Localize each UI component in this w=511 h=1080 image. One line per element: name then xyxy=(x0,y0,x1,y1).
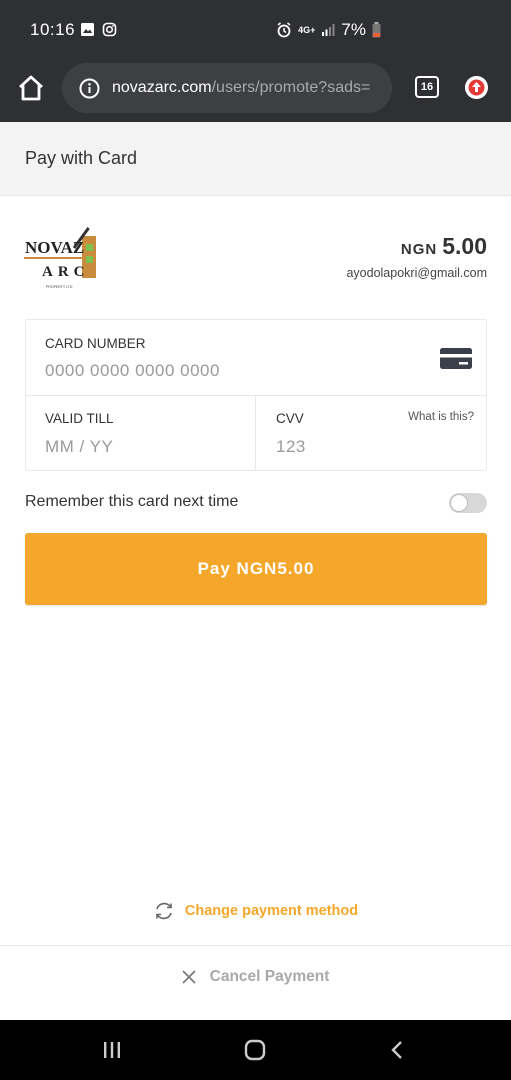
browser-toolbar: novazarc.com/users/promote?sads= 16 xyxy=(0,60,511,122)
cancel-payment-button[interactable]: Cancel Payment xyxy=(0,968,511,986)
network-type: 4G+ xyxy=(298,25,316,35)
system-nav-bar xyxy=(0,1020,511,1080)
url-host: novazarc.com xyxy=(112,79,212,96)
cvv-input[interactable]: 123 xyxy=(276,437,306,457)
credit-card-icon xyxy=(440,348,472,369)
close-icon xyxy=(182,970,196,984)
pay-button-label: Pay NGN5.00 xyxy=(197,559,315,578)
logo-text-sub: PROPERTY LTD xyxy=(46,285,73,289)
refresh-icon xyxy=(156,902,172,920)
divider xyxy=(255,396,256,471)
home-nav-icon[interactable] xyxy=(243,1038,267,1062)
alarm-icon xyxy=(277,22,291,38)
card-form: CARD NUMBER 0000 0000 0000 0000 VALID TI… xyxy=(25,319,487,471)
home-icon[interactable] xyxy=(16,73,46,103)
back-icon[interactable] xyxy=(386,1038,410,1062)
remember-card-toggle[interactable] xyxy=(449,493,487,513)
novaz-arc-logo: NOVAZ ARC PROPERTY LTD xyxy=(24,219,100,295)
pay-header: Pay with Card xyxy=(0,122,511,196)
url-path: /users/promote?sads= xyxy=(211,79,371,96)
change-payment-method-link[interactable]: Change payment method xyxy=(0,900,511,922)
instagram-icon xyxy=(102,22,117,37)
logo-text-arc: ARC xyxy=(42,264,90,280)
expiry-input[interactable]: MM / YY xyxy=(45,437,113,457)
signal-icon xyxy=(322,24,335,36)
divider xyxy=(26,395,486,396)
tabs-icon[interactable]: 16 xyxy=(415,76,439,98)
logo-text-novaz: NOVAZ xyxy=(25,238,84,257)
recents-icon[interactable] xyxy=(100,1038,124,1062)
cvv-help-link[interactable]: What is this? xyxy=(408,411,474,423)
page-title: Pay with Card xyxy=(25,148,138,168)
divider xyxy=(0,945,511,946)
url-text[interactable]: novazarc.com/users/promote?sads= xyxy=(112,79,370,97)
status-bar: 10:16 4G+ 7% xyxy=(0,0,511,60)
battery-icon xyxy=(372,22,381,38)
battery-percent: 7% xyxy=(341,20,366,39)
merchant-logo: NOVAZ ARC PROPERTY LTD xyxy=(22,218,102,296)
cancel-payment-label: Cancel Payment xyxy=(209,968,330,985)
valid-till-label: VALID TILL xyxy=(45,411,114,426)
status-right: 4G+ 7% xyxy=(276,20,381,40)
remember-card-label: Remember this card next time xyxy=(25,493,239,510)
info-icon[interactable] xyxy=(79,78,100,99)
status-time: 10:16 xyxy=(30,20,76,39)
change-payment-method-label: Change payment method xyxy=(184,903,359,919)
amount-value: 5.00 xyxy=(442,233,487,259)
cvv-label: CVV xyxy=(276,411,304,426)
image-icon xyxy=(81,23,94,36)
pay-button[interactable]: Pay NGN5.00 xyxy=(25,533,487,605)
upload-icon[interactable] xyxy=(465,76,488,99)
card-number-input[interactable]: 0000 0000 0000 0000 xyxy=(45,361,220,381)
toggle-knob xyxy=(450,494,468,512)
amount-currency: NGN xyxy=(400,241,438,258)
address-bar[interactable]: novazarc.com/users/promote?sads= xyxy=(62,63,392,113)
card-number-label: CARD NUMBER xyxy=(45,336,146,351)
tab-count: 16 xyxy=(420,81,434,93)
customer-email: ayodolapokri@gmail.com xyxy=(346,266,487,280)
payment-amount: NGN 5.00 xyxy=(401,233,487,260)
